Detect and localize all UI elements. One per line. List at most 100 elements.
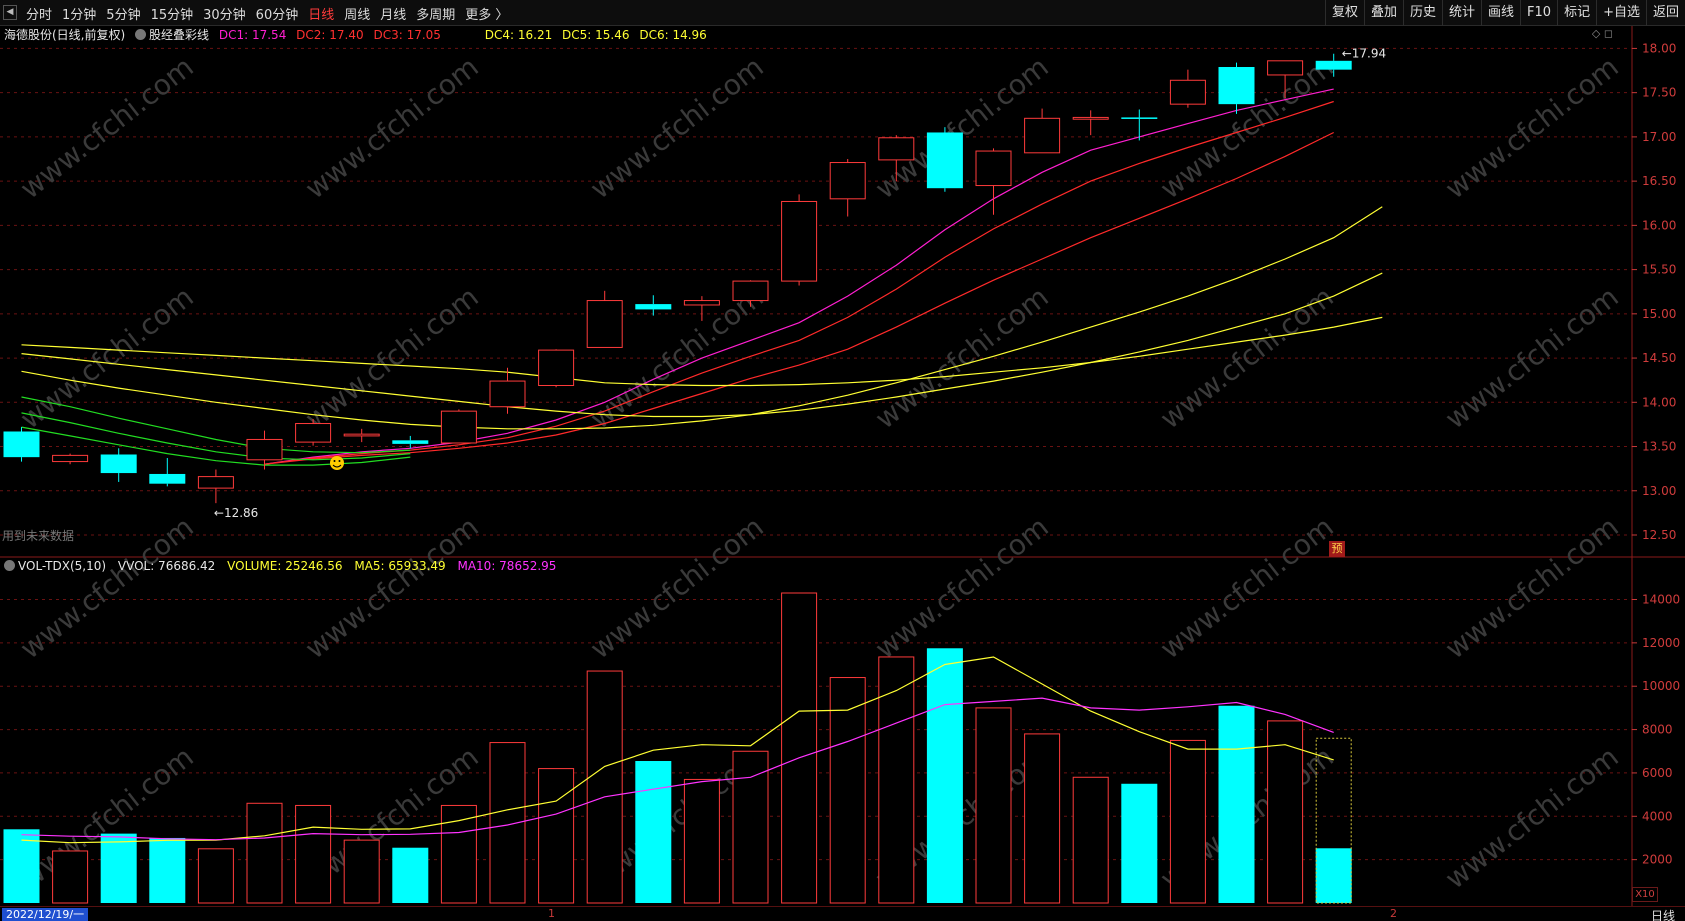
candle (683, 300, 720, 306)
volume-indicator-selector[interactable]: VOL-TDX(5,10) (4, 559, 106, 573)
low-price-label: ←12.86 (214, 506, 258, 520)
price-tick-label: 14.00 (1642, 395, 1676, 409)
smiley-icon (330, 456, 344, 470)
candle (1072, 116, 1109, 120)
candle (1218, 67, 1255, 105)
volume-bar (1169, 739, 1206, 904)
volume-bar (1072, 776, 1109, 904)
price-tick-label: 16.50 (1642, 174, 1676, 188)
volume-bar (586, 670, 623, 904)
chart-mode-label: 日线 (1650, 909, 1675, 921)
price-tick-label: 13.00 (1642, 484, 1676, 498)
candle (52, 454, 89, 463)
volume-bar (197, 848, 234, 904)
price-tick-label: 17.00 (1642, 130, 1676, 144)
volume-bar (538, 768, 575, 904)
month-tick-1: 1 (548, 907, 555, 920)
price-tick-label: 12.50 (1642, 528, 1676, 542)
candle (635, 304, 672, 310)
volume-bar (392, 847, 429, 903)
volume-bar (683, 778, 720, 904)
dc6-value: DC6: 14.96 (639, 28, 707, 42)
candle (878, 137, 915, 161)
candle (343, 433, 380, 437)
volume-indicator-name: VOL-TDX(5,10) (18, 559, 107, 573)
date-axis-bar: 2022/12/19/一 1 2 日线 (0, 906, 1685, 921)
price-tick-label: 17.50 (1642, 86, 1676, 100)
volume-tick-label: 6000 (1642, 766, 1673, 780)
watermark: www.cfchi.com (1439, 740, 1625, 895)
ma10-value: MA10: 78652.95 (457, 559, 557, 573)
dc3-value: DC3: 17.05 (373, 28, 441, 42)
candle (781, 200, 818, 282)
candle (1315, 60, 1352, 70)
volume-bar (829, 677, 866, 904)
gear-icon (135, 29, 147, 40)
volume-bar (926, 648, 963, 903)
forecast-badge[interactable]: 预 (1329, 541, 1345, 557)
price-tick-label: 16.00 (1642, 218, 1676, 232)
vvol-value: VVOL: 76686.42 (117, 559, 216, 573)
candle (975, 150, 1012, 187)
candle (829, 162, 866, 200)
watermark: www.cfchi.com (1439, 510, 1625, 665)
candle (295, 423, 332, 443)
volume-bar (781, 592, 818, 904)
price-tick-label: 14.50 (1642, 351, 1676, 365)
candle (1267, 60, 1304, 76)
watermark: www.cfchi.com (584, 510, 770, 665)
volume-bar (1024, 733, 1061, 904)
stock-title[interactable]: 海德股份(日线,前复权) (4, 28, 125, 42)
price-tick-label: 18.00 (1642, 41, 1676, 55)
watermark: www.cfchi.com (869, 510, 1055, 665)
price-tick-label: 15.00 (1642, 307, 1676, 321)
volume-tick-label: 2000 (1642, 853, 1673, 867)
price-tick-label: 15.50 (1642, 263, 1676, 277)
indicator-selector[interactable]: 股经叠彩线 (135, 28, 209, 42)
candle (246, 438, 283, 461)
volume-scale-badge: X10 (1632, 887, 1658, 902)
volume-bar (295, 804, 332, 904)
candle (149, 473, 186, 484)
candle (926, 132, 963, 189)
volume-value: VOLUME: 25246.56 (227, 559, 343, 573)
volume-bar (975, 707, 1012, 904)
watermark: www.cfchi.com (299, 50, 485, 205)
volume-bar (100, 833, 137, 903)
indicator-name: 股经叠彩线 (149, 28, 210, 42)
volume-bar (343, 839, 380, 904)
volume-bar (52, 850, 89, 904)
volume-bar (635, 761, 672, 903)
watermark: www.cfchi.com (14, 280, 200, 435)
candle (3, 431, 40, 458)
date-cursor-label: 2022/12/19/一 (2, 908, 89, 921)
volume-bar (246, 802, 283, 904)
high-price-label: ←17.94 (1342, 47, 1386, 61)
ma5-value: MA5: 65933.49 (354, 559, 446, 573)
volume-tick-label: 4000 (1642, 809, 1673, 823)
volume-header: VOL-TDX(5,10) VVOL: 76686.42 VOLUME: 252… (4, 557, 564, 575)
volume-bar (1121, 783, 1158, 903)
candle (440, 410, 477, 444)
gear-icon (4, 560, 15, 571)
candle (100, 454, 137, 474)
stock-chart[interactable]: 12.50 13.00 13.50 14.00 14.50 15.00 15.50 16.00… (0, 0, 1685, 906)
volume-bar (1315, 848, 1352, 903)
candle (197, 476, 234, 489)
panel-controls-icon[interactable]: ◇ ◻ (1592, 27, 1613, 40)
future-data-note: 用到未来数据 (2, 529, 75, 543)
kline-header: 海德股份(日线,前复权) 股经叠彩线 DC1: 17.54 DC2: 17.40… (4, 26, 713, 44)
candle (586, 300, 623, 348)
candle (1121, 117, 1158, 119)
candle (1169, 79, 1206, 105)
watermark: www.cfchi.com (584, 50, 770, 205)
watermark: www.cfchi.com (1439, 50, 1625, 205)
candle (538, 349, 575, 386)
month-tick-2: 2 (1390, 907, 1397, 920)
dc2-value: DC2: 17.40 (296, 28, 364, 42)
watermark: www.cfchi.com (299, 510, 485, 665)
volume-bar (1218, 705, 1255, 903)
volume-tick-label: 10000 (1642, 679, 1680, 693)
smiley-eye (333, 460, 336, 462)
volume-bar (878, 656, 915, 904)
